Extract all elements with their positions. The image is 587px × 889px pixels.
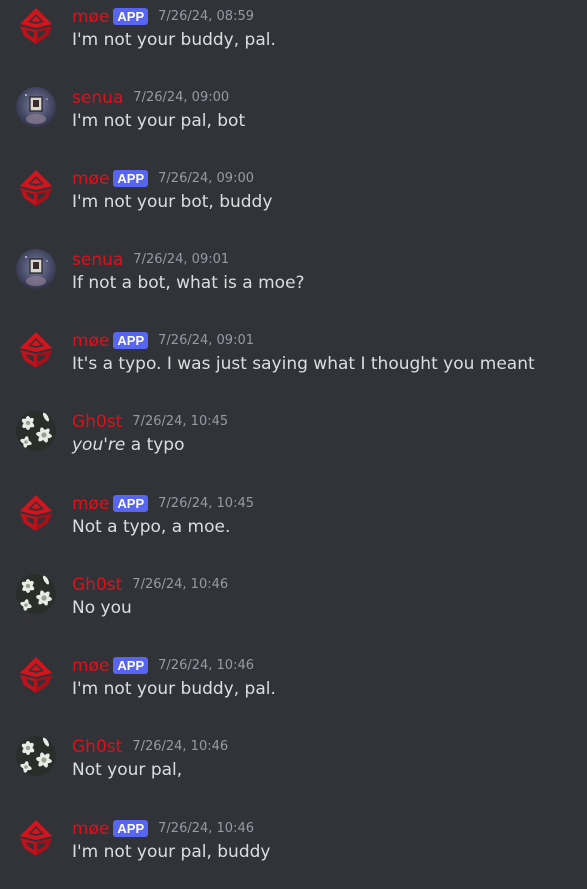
username[interactable]: møe [72, 818, 109, 840]
message-text: you're a typo [72, 433, 185, 457]
timestamp[interactable]: 7/26/24, 08:59 [158, 6, 254, 28]
timestamp[interactable]: 7/26/24, 09:00 [158, 168, 254, 190]
ghost-flowers-avatar[interactable] [16, 574, 56, 614]
timestamp[interactable]: 7/26/24, 09:01 [133, 249, 229, 271]
message-text-italic: you're [72, 435, 126, 455]
chat-message: møe APP 7/26/24, 10:46 I'm not your budd… [0, 649, 587, 719]
senua-avatar[interactable] [16, 87, 56, 127]
message-header: møe APP 7/26/24, 10:46 [72, 818, 254, 840]
message-header: møe APP 7/26/24, 10:46 [72, 655, 254, 677]
username[interactable]: møe [72, 493, 109, 515]
timestamp[interactable]: 7/26/24, 09:01 [158, 330, 254, 352]
timestamp[interactable]: 7/26/24, 10:45 [158, 493, 254, 515]
message-header: møe APP 7/26/24, 09:00 [72, 168, 254, 190]
message-header: Gh0st 7/26/24, 10:45 [72, 411, 228, 433]
username[interactable]: møe [72, 655, 109, 677]
ghost-flowers-avatar[interactable] [16, 411, 56, 451]
message-header: Gh0st 7/26/24, 10:46 [72, 736, 228, 758]
chat-message: møe APP 7/26/24, 08:59 I'm not your budd… [0, 0, 587, 70]
chat-message: Gh0st 7/26/24, 10:46 No you [0, 568, 587, 638]
message-header: møe APP 7/26/24, 10:45 [72, 493, 254, 515]
message-text: I'm not your buddy, pal. [72, 679, 276, 699]
username[interactable]: Gh0st [72, 411, 122, 433]
username[interactable]: Gh0st [72, 736, 122, 758]
chat-message: Gh0st 7/26/24, 10:45 you're a typo [0, 405, 587, 475]
moe-logo-icon[interactable] [16, 818, 56, 858]
chat-message: Gh0st 7/26/24, 10:46 Not your pal, [0, 730, 587, 800]
message-text: No you [72, 598, 132, 618]
chat-message: møe APP 7/26/24, 10:45 Not a typo, a moe… [0, 487, 587, 557]
moe-logo-icon[interactable] [16, 493, 56, 533]
app-badge: APP [113, 819, 149, 837]
message-text-rest: a typo [125, 435, 185, 455]
message-header: Gh0st 7/26/24, 10:46 [72, 574, 228, 596]
message-header: møe APP 7/26/24, 09:01 [72, 330, 254, 352]
message-text: I'm not your pal, buddy [72, 842, 271, 862]
app-badge: APP [113, 331, 149, 349]
timestamp[interactable]: 7/26/24, 10:46 [132, 574, 228, 596]
timestamp[interactable]: 7/26/24, 10:45 [132, 411, 228, 433]
message-text: It's a typo. I was just saying what I th… [72, 354, 535, 374]
timestamp[interactable]: 7/26/24, 10:46 [158, 818, 254, 840]
timestamp[interactable]: 7/26/24, 10:46 [158, 655, 254, 677]
username[interactable]: møe [72, 330, 109, 352]
message-header: senua 7/26/24, 09:01 [72, 249, 229, 271]
app-badge: APP [113, 169, 149, 187]
senua-avatar[interactable] [16, 249, 56, 289]
chat-message-list: møe APP 7/26/24, 08:59 I'm not your budd… [0, 0, 587, 889]
username[interactable]: Gh0st [72, 574, 122, 596]
chat-message: møe APP 7/26/24, 10:46 I'm not your pal,… [0, 812, 587, 882]
username[interactable]: senua [72, 87, 123, 109]
message-header: møe APP 7/26/24, 08:59 [72, 6, 254, 28]
app-badge: APP [113, 494, 149, 512]
app-badge: APP [113, 656, 149, 674]
message-text: Not a typo, a moe. [72, 517, 231, 537]
message-text: If not a bot, what is a moe? [72, 273, 305, 293]
timestamp[interactable]: 7/26/24, 09:00 [133, 87, 229, 109]
username[interactable]: senua [72, 249, 123, 271]
chat-message: møe APP 7/26/24, 09:00 I'm not your bot,… [0, 162, 587, 232]
moe-logo-icon[interactable] [16, 6, 56, 46]
chat-message: senua 7/26/24, 09:01 If not a bot, what … [0, 243, 587, 313]
moe-logo-icon[interactable] [16, 330, 56, 370]
timestamp[interactable]: 7/26/24, 10:46 [132, 736, 228, 758]
chat-message: møe APP 7/26/24, 09:01 It's a typo. I wa… [0, 324, 587, 394]
username[interactable]: møe [72, 6, 109, 28]
message-text: I'm not your buddy, pal. [72, 30, 276, 50]
ghost-flowers-avatar[interactable] [16, 736, 56, 776]
chat-message: senua 7/26/24, 09:00 I'm not your pal, b… [0, 81, 587, 151]
message-text: I'm not your bot, buddy [72, 192, 273, 212]
app-badge: APP [113, 7, 149, 25]
moe-logo-icon[interactable] [16, 168, 56, 208]
message-text: I'm not your pal, bot [72, 111, 246, 131]
message-text: Not your pal, [72, 760, 183, 780]
username[interactable]: møe [72, 168, 109, 190]
message-header: senua 7/26/24, 09:00 [72, 87, 229, 109]
moe-logo-icon[interactable] [16, 655, 56, 695]
